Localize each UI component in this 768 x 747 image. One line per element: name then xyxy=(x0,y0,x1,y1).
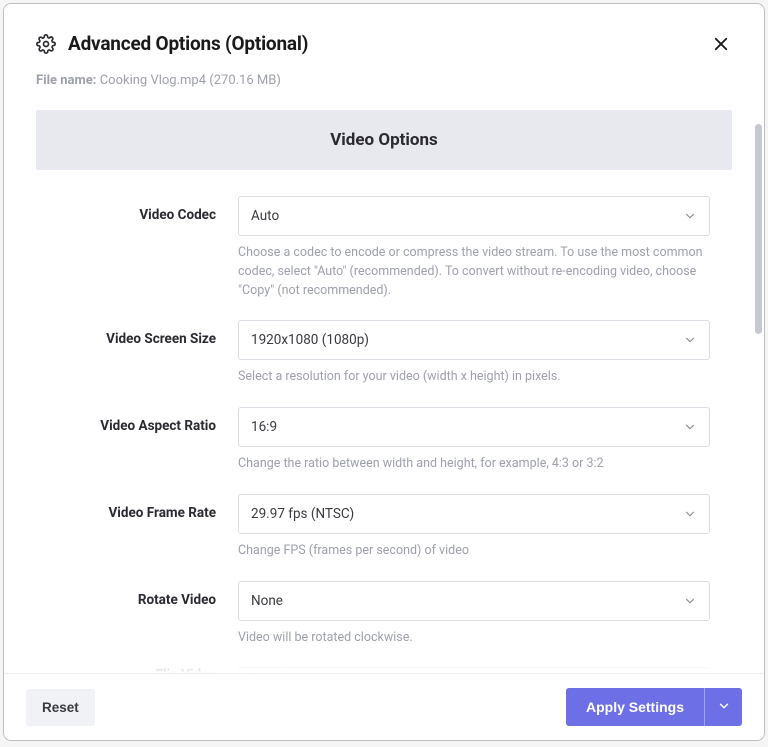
label-flip-video: Flip Video xyxy=(58,667,238,673)
chevron-down-icon xyxy=(683,333,697,347)
field-rotate-video: Rotate Video None Video will be rotated … xyxy=(58,581,710,648)
field-video-codec: Video Codec Auto Choose a codec to encod… xyxy=(58,196,710,300)
dialog-header: Advanced Options (Optional) xyxy=(4,4,764,55)
file-info: File name: Cooking Vlog.mp4 (270.16 MB) xyxy=(4,55,764,88)
chevron-down-icon xyxy=(683,420,697,434)
label-video-codec: Video Codec xyxy=(58,196,238,236)
label-video-aspect-ratio: Video Aspect Ratio xyxy=(58,407,238,447)
select-value: 1920x1080 (1080p) xyxy=(251,332,369,348)
gear-icon xyxy=(36,34,56,54)
hint-rotate-video: Video will be rotated clockwise. xyxy=(238,629,710,648)
section-header-video-options: Video Options xyxy=(36,110,732,170)
chevron-down-icon xyxy=(717,699,731,716)
apply-settings-dropdown[interactable] xyxy=(704,688,742,726)
select-value: None xyxy=(251,593,283,609)
chevron-down-icon xyxy=(683,507,697,521)
select-flip-video[interactable]: No change xyxy=(238,667,710,673)
select-value: 16:9 xyxy=(251,419,277,435)
chevron-down-icon xyxy=(683,671,697,673)
hint-video-screen-size: Select a resolution for your video (widt… xyxy=(238,368,710,387)
select-value: 29.97 fps (NTSC) xyxy=(251,506,354,522)
select-video-frame-rate[interactable]: 29.97 fps (NTSC) xyxy=(238,494,710,534)
label-video-screen-size: Video Screen Size xyxy=(58,320,238,360)
hint-video-aspect-ratio: Change the ratio between width and heigh… xyxy=(238,455,710,474)
select-video-codec[interactable]: Auto xyxy=(238,196,710,236)
hint-video-frame-rate: Change FPS (frames per second) of video xyxy=(238,542,710,561)
label-rotate-video: Rotate Video xyxy=(58,581,238,621)
select-value: No change xyxy=(251,670,316,673)
chevron-down-icon xyxy=(683,594,697,608)
file-name-value: Cooking Vlog.mp4 (270.16 MB) xyxy=(100,73,281,88)
select-video-aspect-ratio[interactable]: 16:9 xyxy=(238,407,710,447)
file-name-label: File name: xyxy=(36,73,96,88)
chevron-down-icon xyxy=(683,209,697,223)
hint-video-codec: Choose a codec to encode or compress the… xyxy=(238,244,710,300)
advanced-options-dialog: Advanced Options (Optional) File name: C… xyxy=(3,3,765,741)
field-flip-video: Flip Video No change xyxy=(58,667,710,673)
dialog-title: Advanced Options (Optional) xyxy=(68,32,710,55)
label-video-frame-rate: Video Frame Rate xyxy=(58,494,238,534)
field-video-aspect-ratio: Video Aspect Ratio 16:9 Change the ratio… xyxy=(58,407,710,474)
apply-settings-button[interactable]: Apply Settings xyxy=(566,688,704,726)
reset-button[interactable]: Reset xyxy=(26,689,95,726)
dialog-footer: Reset Apply Settings xyxy=(4,673,764,740)
apply-button-group: Apply Settings xyxy=(566,688,742,726)
select-rotate-video[interactable]: None xyxy=(238,581,710,621)
field-video-screen-size: Video Screen Size 1920x1080 (1080p) Sele… xyxy=(58,320,710,387)
close-button[interactable] xyxy=(710,33,732,55)
options-panel: Video Codec Auto Choose a codec to encod… xyxy=(4,170,764,673)
select-video-screen-size[interactable]: 1920x1080 (1080p) xyxy=(238,320,710,360)
field-video-frame-rate: Video Frame Rate 29.97 fps (NTSC) Change… xyxy=(58,494,710,561)
select-value: Auto xyxy=(251,208,279,224)
